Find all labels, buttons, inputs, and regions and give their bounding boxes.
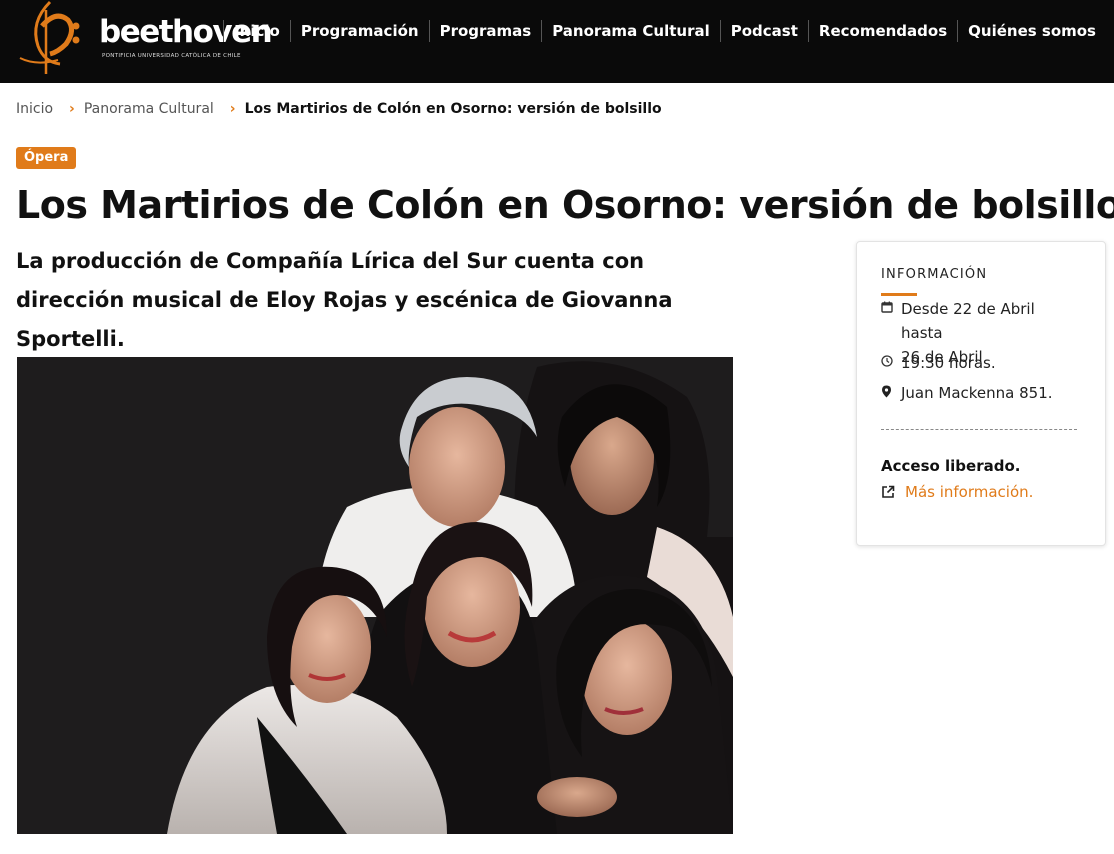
nav-item-podcast[interactable]: Podcast	[719, 20, 808, 42]
nav-item-inicio[interactable]: Inicio	[223, 20, 290, 42]
breadcrumb-section-link[interactable]: Panorama Cultural	[84, 101, 214, 117]
event-info-card: INFORMACIÓN Desde 22 de Abril hasta 26 de…	[856, 241, 1106, 546]
info-access: Acceso liberado.	[881, 457, 1021, 475]
breadcrumb-current: Los Martirios de Colón en Osorno: versió…	[244, 101, 662, 117]
info-time: 19:30 horas.	[901, 354, 996, 372]
main-nav: Inicio Programación Programas Panorama C…	[223, 18, 1114, 44]
info-location-row: Juan Mackenna 851.	[881, 381, 1081, 405]
info-date-line1: Desde 22 de Abril hasta	[901, 300, 1035, 342]
nav-item-recomendados[interactable]: Recomendados	[807, 20, 957, 42]
info-time-row: 19:30 horas.	[881, 351, 1081, 375]
info-heading: INFORMACIÓN	[881, 267, 988, 282]
info-location: Juan Mackenna 851.	[901, 384, 1053, 402]
calendar-icon	[881, 297, 901, 321]
clock-icon	[881, 351, 901, 375]
location-pin-icon	[881, 381, 901, 405]
logo-subtitle: PONTIFICIA UNIVERSIDAD CATÓLICA DE CHILE	[102, 53, 241, 59]
chevron-right-icon: ›	[69, 101, 75, 117]
more-info-label[interactable]: Más información.	[905, 483, 1033, 501]
nav-item-panorama-cultural[interactable]: Panorama Cultural	[541, 20, 720, 42]
article-title: Los Martirios de Colón en Osorno: versió…	[16, 183, 1114, 227]
info-heading-underline	[881, 293, 917, 296]
site-logo[interactable]: beethoven PONTIFICIA UNIVERSIDAD CATÓLIC…	[16, 0, 273, 78]
nav-item-programas[interactable]: Programas	[428, 20, 542, 42]
nav-item-quienes-somos[interactable]: Quiénes somos	[957, 20, 1114, 42]
nav-item-programacion[interactable]: Programación	[289, 20, 429, 42]
category-badge[interactable]: Ópera	[16, 147, 77, 169]
breadcrumb-home-link[interactable]: Inicio	[16, 101, 53, 117]
article-lead: La producción de Compañía Lírica del Sur…	[16, 249, 673, 351]
info-divider	[881, 429, 1077, 430]
breadcrumb: Inicio › Panorama Cultural › Los Martiri…	[16, 101, 662, 117]
article-photo	[17, 357, 733, 834]
more-info-link[interactable]: Más información.	[881, 482, 1033, 502]
chevron-right-icon: ›	[229, 101, 236, 117]
site-header: beethoven PONTIFICIA UNIVERSIDAD CATÓLIC…	[0, 0, 1114, 83]
bass-clef-logo-icon	[19, 0, 80, 74]
external-link-icon	[881, 482, 905, 502]
